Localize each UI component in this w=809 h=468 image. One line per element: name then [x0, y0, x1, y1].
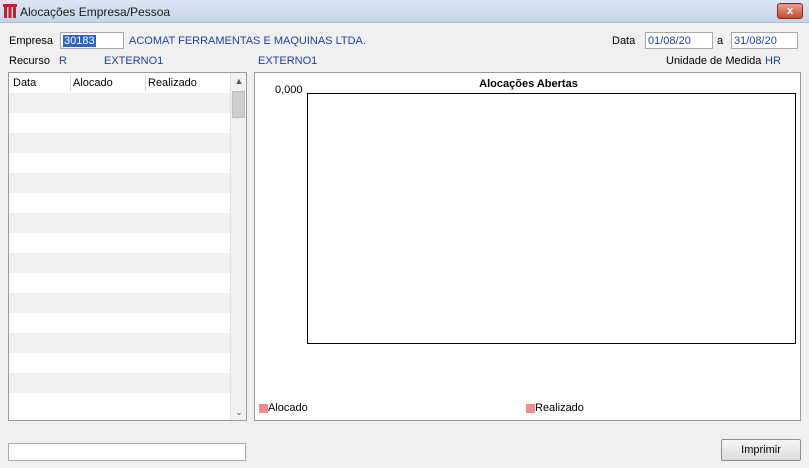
allocations-table[interactable]: Data Alocado Realizado ▲ ⌄ — [8, 72, 247, 421]
table-header: Data Alocado Realizado — [9, 73, 230, 93]
vertical-scrollbar[interactable]: ▲ ⌄ — [230, 73, 246, 420]
table-row[interactable] — [9, 233, 230, 253]
close-button[interactable]: x — [777, 3, 803, 19]
window-title: Alocações Empresa/Pessoa — [20, 5, 171, 19]
y-tick-label: 0,000 — [275, 84, 303, 96]
table-row[interactable] — [9, 273, 230, 293]
app-logo-icon — [3, 4, 17, 18]
legend-label-realizado: Realizado — [535, 402, 584, 414]
chart-plot-area — [307, 93, 796, 344]
print-button[interactable]: Imprimir — [721, 439, 801, 461]
table-row[interactable] — [9, 133, 230, 153]
table-row[interactable] — [9, 213, 230, 233]
recurso-name: EXTERNO1 — [104, 55, 164, 67]
recurso-label: Recurso — [9, 55, 50, 67]
empresa-code-value: 30183 — [63, 35, 96, 47]
table-row[interactable] — [9, 333, 230, 353]
table-row[interactable] — [9, 293, 230, 313]
table-row[interactable] — [9, 93, 230, 113]
recurso-name-secondary: EXTERNO1 — [258, 55, 318, 67]
legend-swatch-alocado — [259, 404, 268, 413]
date-from-field[interactable]: 01/08/20 — [645, 32, 713, 49]
table-row[interactable] — [9, 113, 230, 133]
empresa-label: Empresa — [9, 35, 54, 47]
recurso-code: R — [59, 55, 67, 67]
empresa-name: ACOMAT FERRAMENTAS E MAQUINAS LTDA. — [129, 35, 366, 47]
data-label: Data — [612, 35, 636, 47]
table-row[interactable] — [9, 353, 230, 373]
date-separator: a — [717, 35, 724, 47]
allocations-chart: Alocações Abertas 0,000 Alocado Realizad… — [254, 72, 801, 421]
status-field[interactable] — [8, 443, 246, 461]
unidade-value: HR — [765, 55, 781, 67]
column-divider — [70, 75, 71, 91]
column-header-alocado[interactable]: Alocado — [73, 77, 113, 89]
chart-title: Alocações Abertas — [479, 78, 578, 90]
table-row[interactable] — [9, 373, 230, 393]
table-body — [9, 93, 230, 420]
column-divider — [145, 75, 146, 91]
column-header-realizado[interactable]: Realizado — [148, 77, 197, 89]
table-row[interactable] — [9, 173, 230, 193]
legend-swatch-realizado — [526, 404, 535, 413]
unidade-label: Unidade de Medida — [666, 55, 762, 67]
scroll-up-icon[interactable]: ▲ — [231, 73, 247, 89]
date-to-field[interactable]: 31/08/20 — [731, 32, 798, 49]
column-header-data[interactable]: Data — [13, 77, 36, 89]
table-row[interactable] — [9, 153, 230, 173]
table-row[interactable] — [9, 393, 230, 413]
empresa-code-field[interactable]: 30183 — [60, 32, 124, 49]
title-bar: Alocações Empresa/Pessoa x — [0, 0, 809, 23]
table-row[interactable] — [9, 253, 230, 273]
legend-label-alocado: Alocado — [268, 402, 308, 414]
table-row[interactable] — [9, 193, 230, 213]
scroll-down-icon[interactable]: ⌄ — [231, 404, 247, 420]
scroll-thumb[interactable] — [232, 91, 245, 118]
table-row[interactable] — [9, 313, 230, 333]
